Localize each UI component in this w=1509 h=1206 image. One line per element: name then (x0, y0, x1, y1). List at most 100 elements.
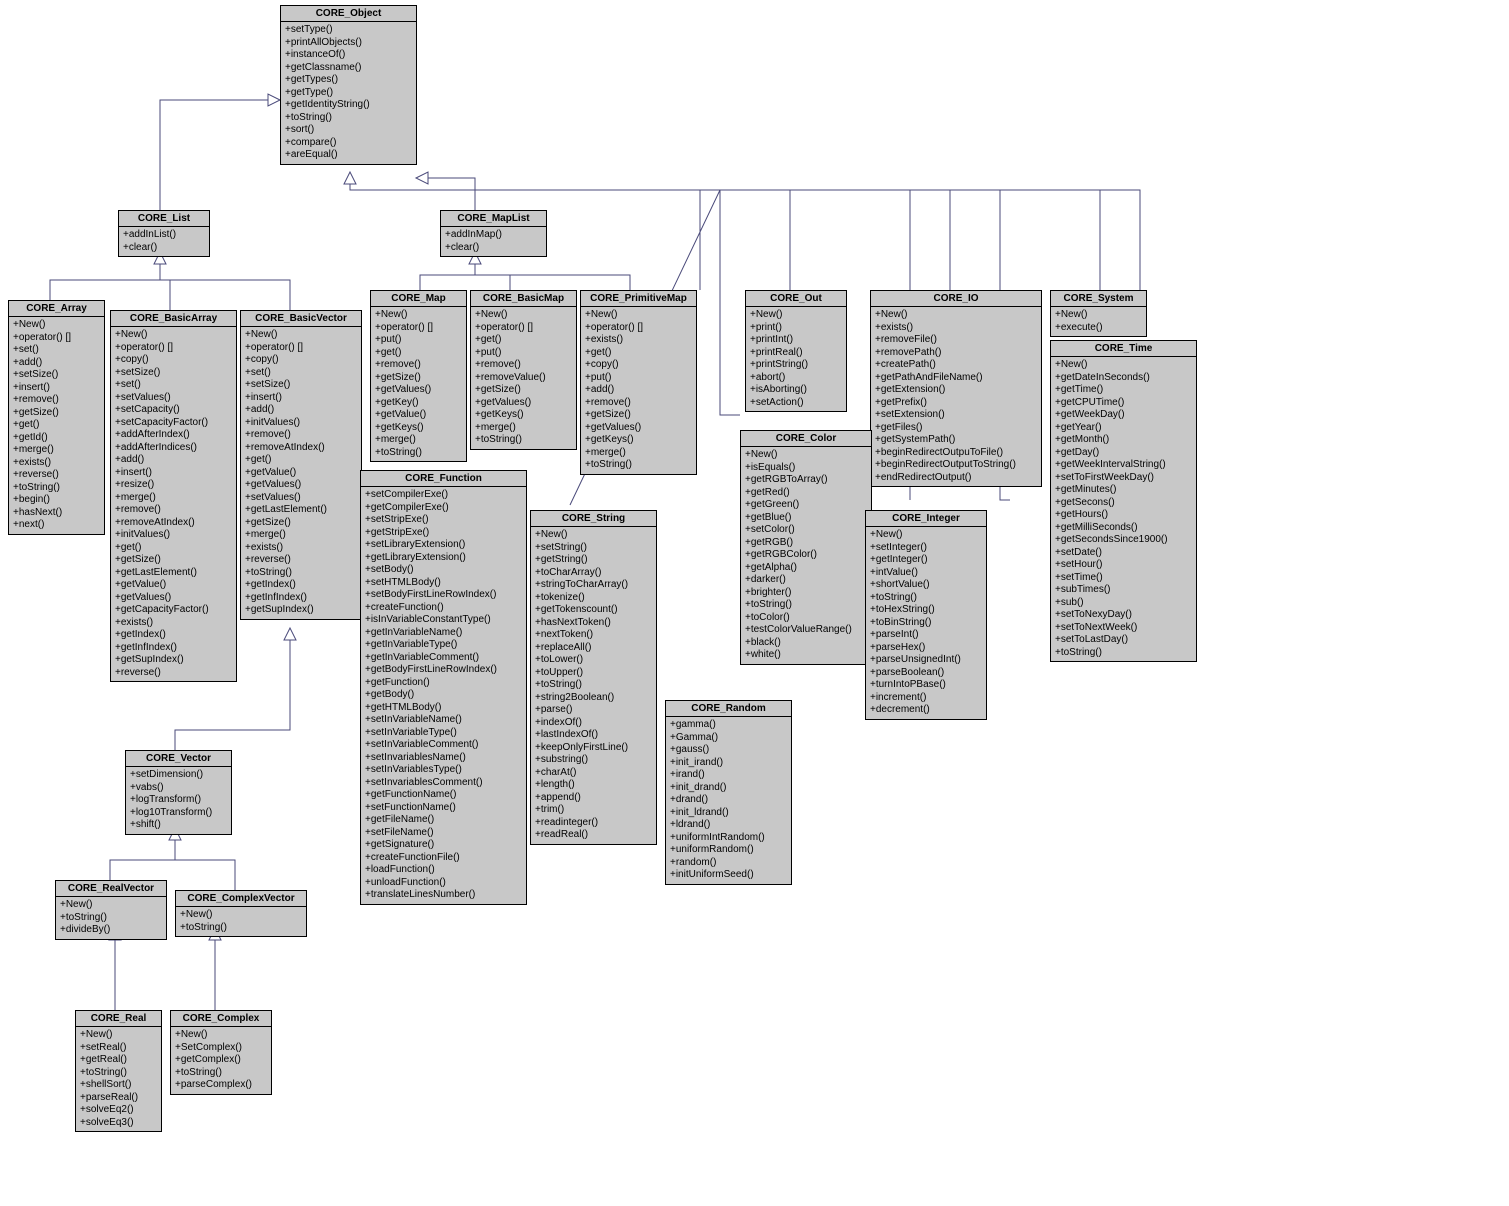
method-item: +hasNextToken() (535, 617, 652, 630)
method-item: +replaceAll() (535, 642, 652, 655)
method-item: +getKeys() (585, 434, 692, 447)
method-item: +get() (375, 347, 462, 360)
method-item: +parseReal() (80, 1092, 157, 1105)
method-item: +createFunction() (365, 602, 522, 615)
method-item: +irand() (670, 769, 787, 782)
method-item: +setStripExe() (365, 514, 522, 527)
method-item: +hasNext() (13, 507, 100, 520)
method-item: +add() (115, 454, 232, 467)
method-item: +getSize() (585, 409, 692, 422)
method-item: +getGreen() (745, 499, 867, 512)
method-item: +shift() (130, 819, 227, 832)
method-item: +sub() (1055, 597, 1192, 610)
method-item: +setInvariablesComment() (365, 777, 522, 790)
method-item: +initValues() (115, 529, 232, 542)
method-item: +New() (245, 329, 357, 342)
method-item: +testColorValueRange() (745, 624, 867, 637)
uml-canvas: CORE_Object+setType()+printAllObjects()+… (0, 0, 1509, 1206)
method-item: +createPath() (875, 359, 1037, 372)
method-item: +getCompilerExe() (365, 502, 522, 515)
method-item: +setToLastDay() (1055, 634, 1192, 647)
method-item: +merge() (375, 434, 462, 447)
method-item: +setToNextWeek() (1055, 622, 1192, 635)
method-item: +New() (870, 529, 982, 542)
method-item: +getValue() (245, 467, 357, 480)
method-item: +subTimes() (1055, 584, 1192, 597)
method-item: +setInVariableName() (365, 714, 522, 727)
class-core-primitivemap: CORE_PrimitiveMap+New()+operator() []+ex… (580, 290, 697, 475)
class-core-complexvector: CORE_ComplexVector+New()+toString() (175, 890, 307, 937)
method-item: +areEqual() (285, 149, 412, 162)
method-item: +translateLinesNumber() (365, 889, 522, 902)
method-item: +toLower() (535, 654, 652, 667)
method-item: +uniformIntRandom() (670, 832, 787, 845)
method-item: +trim() (535, 804, 652, 817)
method-item: +getInVariableName() (365, 627, 522, 640)
method-item: +reverse() (115, 667, 232, 680)
method-item: +operator() [] (13, 332, 100, 345)
class-title: CORE_Object (281, 6, 416, 22)
method-item: +getSize() (245, 517, 357, 530)
method-item: +set() (245, 367, 357, 380)
method-item: +getRGBColor() (745, 549, 867, 562)
method-item: +printInt() (750, 334, 842, 347)
method-item: +removeAtIndex() (115, 517, 232, 530)
method-item: +turnIntoPBase() (870, 679, 982, 692)
method-item: +New() (750, 309, 842, 322)
method-item: +setValues() (115, 392, 232, 405)
class-core-system: CORE_System+New()+execute() (1050, 290, 1147, 337)
method-item: +black() (745, 637, 867, 650)
method-item: +getKey() (375, 397, 462, 410)
method-item: +getDateInSeconds() (1055, 372, 1192, 385)
method-item: +operator() [] (375, 322, 462, 335)
method-item: +getKeys() (475, 409, 572, 422)
method-item: +isAborting() (750, 384, 842, 397)
method-item: +operator() [] (115, 342, 232, 355)
method-item: +set() (13, 344, 100, 357)
method-item: +getMonth() (1055, 434, 1192, 447)
method-item: +darker() (745, 574, 867, 587)
method-item: +divideBy() (60, 924, 162, 937)
method-item: +add() (585, 384, 692, 397)
method-item: +addInList() (123, 229, 205, 242)
method-item: +parse() (535, 704, 652, 717)
method-item: +init_drand() (670, 782, 787, 795)
method-item: +getInVariableType() (365, 639, 522, 652)
method-item: +getSize() (115, 554, 232, 567)
class-core-basicarray: CORE_BasicArray+New()+operator() []+copy… (110, 310, 237, 682)
method-item: +getCPUTime() (1055, 397, 1192, 410)
method-item: +put() (375, 334, 462, 347)
method-item: +getStripExe() (365, 527, 522, 540)
method-item: +toColor() (745, 612, 867, 625)
class-core-string: CORE_String+New()+setString()+getString(… (530, 510, 657, 845)
class-core-map: CORE_Map+New()+operator() []+put()+get()… (370, 290, 467, 462)
method-item: +abort() (750, 372, 842, 385)
method-item: +remove() (375, 359, 462, 372)
method-item: +getFunction() (365, 677, 522, 690)
method-item: +setCapacityFactor() (115, 417, 232, 430)
method-item: +toString() (245, 567, 357, 580)
method-item: +SetComplex() (175, 1042, 267, 1055)
method-item: +getSecondsSince1900() (1055, 534, 1192, 547)
method-item: +remove() (585, 397, 692, 410)
method-item: +setString() (535, 542, 652, 555)
method-item: +getSize() (475, 384, 572, 397)
method-item: +New() (535, 529, 652, 542)
method-item: +setCapacity() (115, 404, 232, 417)
method-item: +add() (245, 404, 357, 417)
method-item: +getBodyFirstLineRowIndex() (365, 664, 522, 677)
class-core-vector: CORE_Vector+setDimension()+vabs()+logTra… (125, 750, 232, 835)
method-item: +setReal() (80, 1042, 157, 1055)
method-item: +merge() (585, 447, 692, 460)
method-item: +setInvariablesName() (365, 752, 522, 765)
method-item: +New() (585, 309, 692, 322)
method-item: +loadFunction() (365, 864, 522, 877)
method-item: +nextToken() (535, 629, 652, 642)
method-item: +getId() (13, 432, 100, 445)
method-item: +instanceOf() (285, 49, 412, 62)
method-item: +insert() (115, 467, 232, 480)
method-item: +getValues() (245, 479, 357, 492)
method-item: +setDimension() (130, 769, 227, 782)
method-item: +getLastElement() (245, 504, 357, 517)
method-item: +getTokenscount() (535, 604, 652, 617)
